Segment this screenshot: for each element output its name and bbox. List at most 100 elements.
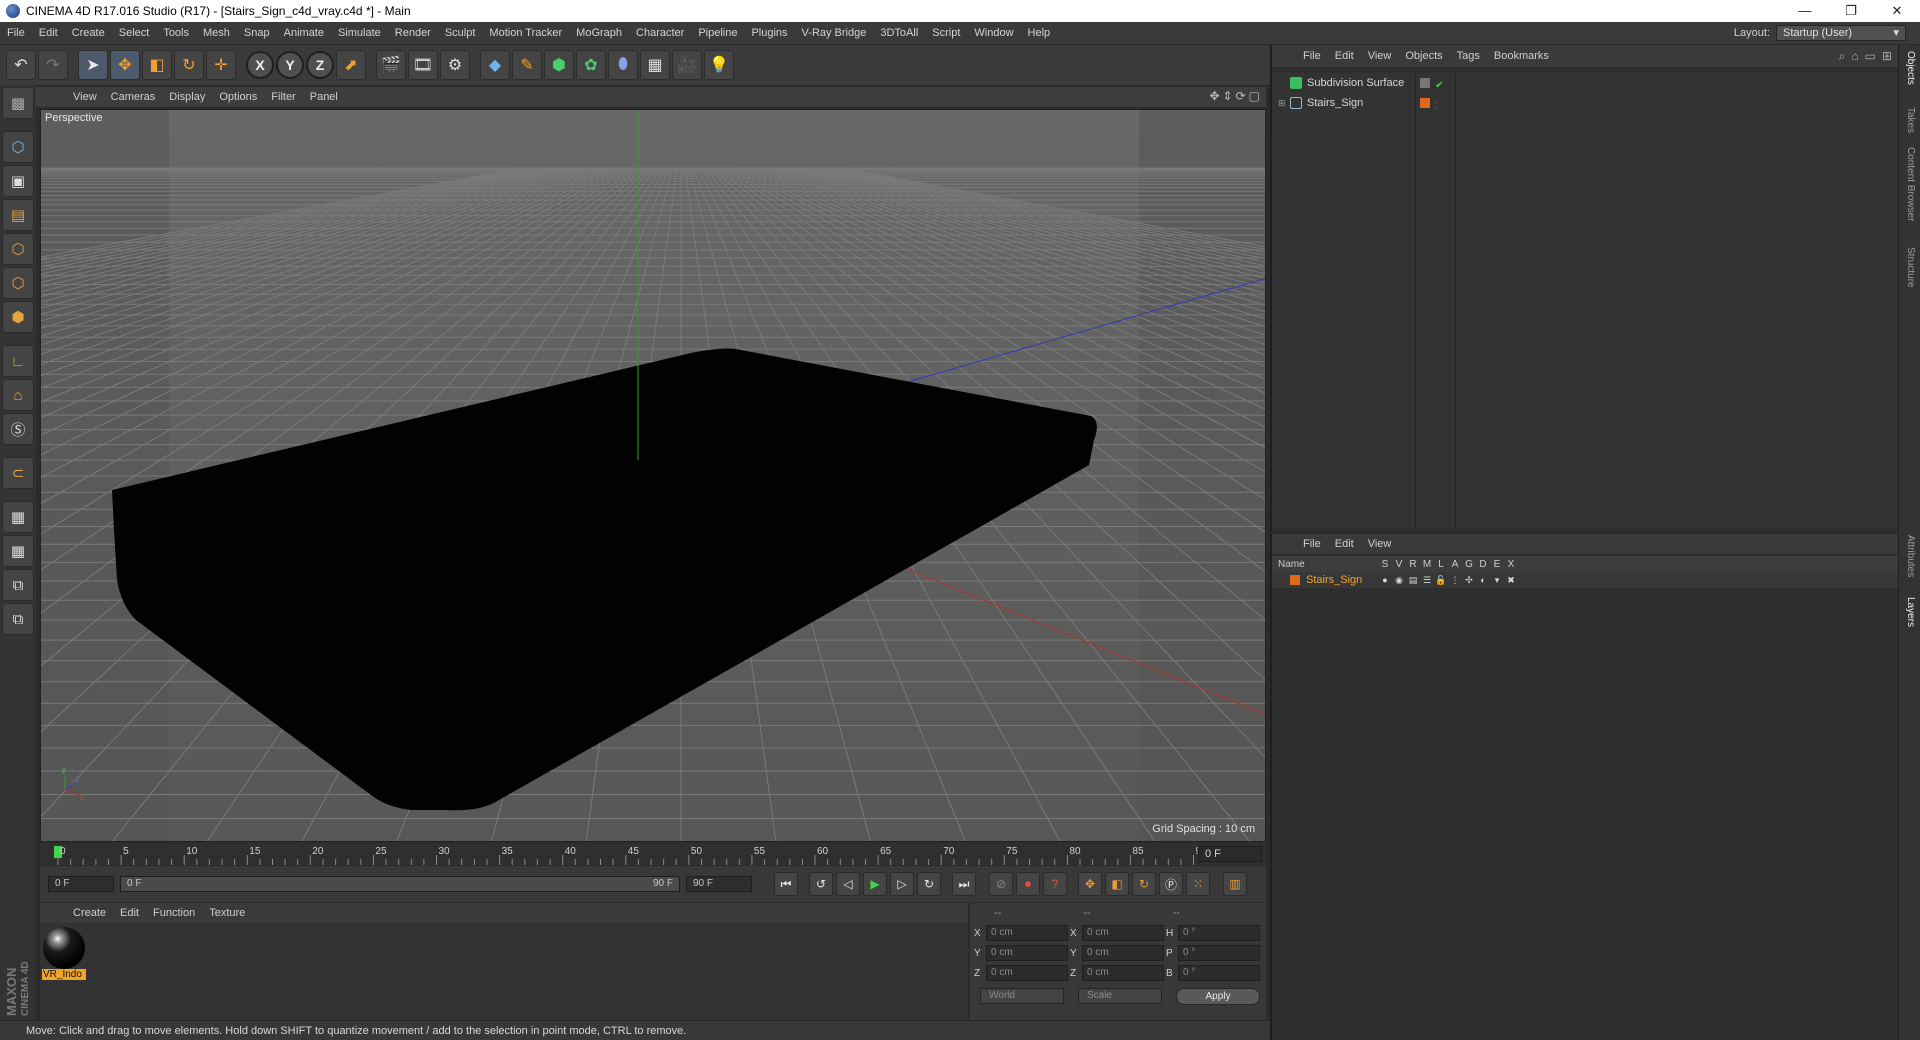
lock-icon[interactable]: 🔓 — [1434, 575, 1448, 586]
coordinate-space-dropdown[interactable]: World — [980, 988, 1064, 1004]
objects-menu-bookmarks[interactable]: Bookmarks — [1487, 50, 1556, 62]
viewport-menu-cameras[interactable]: Cameras — [104, 91, 163, 103]
menu-snap[interactable]: Snap — [237, 22, 277, 45]
menu-help[interactable]: Help — [1021, 22, 1058, 45]
timeline-ruler[interactable]: 051015202530354045505560657075808590 0 F — [40, 843, 1266, 865]
snap-button[interactable]: Ⓢ — [2, 413, 34, 445]
position-x-field[interactable]: 0 cm — [986, 925, 1068, 941]
viewport-menu-options[interactable]: Options — [212, 91, 264, 103]
menu-render[interactable]: Render — [388, 22, 438, 45]
layer-color-swatch[interactable] — [1290, 575, 1300, 585]
viewport-menu-filter[interactable]: Filter — [264, 91, 302, 103]
material-menu-create[interactable]: Create — [66, 907, 113, 919]
menu-motion-tracker[interactable]: Motion Tracker — [482, 22, 569, 45]
add-cube-button[interactable]: ◆ — [480, 50, 510, 80]
viewport-menu-view[interactable]: View — [66, 91, 104, 103]
next-frame-button[interactable]: ▷ — [890, 872, 914, 896]
x-axis-lock-button[interactable]: X — [246, 51, 274, 79]
perspective-viewport[interactable]: y x z Perspective Grid Spacing : 10 cm — [40, 109, 1266, 842]
maximize-button[interactable]: ❐ — [1828, 0, 1874, 22]
lock-workplane-button[interactable]: ▦ — [2, 501, 34, 533]
layout-dropdown[interactable]: Startup (User) ▾ — [1776, 25, 1906, 41]
add-light-button[interactable]: 💡 — [704, 50, 734, 80]
render-picture-viewer-button[interactable]: 🎞 — [408, 50, 438, 80]
object-row-stairs-sign[interactable]: ⊞ Stairs_Sign — [1272, 93, 1415, 113]
points-mode-button[interactable]: ⬡ — [2, 233, 34, 265]
menu-select[interactable]: Select — [112, 22, 157, 45]
python-script-button-2[interactable]: ⧉ — [2, 603, 34, 635]
tab-content-browser[interactable]: Content Browser — [1905, 147, 1916, 221]
home-icon[interactable]: ⌂ — [1851, 49, 1858, 64]
layer-color-icon[interactable] — [1420, 98, 1430, 108]
menu-tools[interactable]: Tools — [156, 22, 196, 45]
pan-icon[interactable]: ✥ — [1209, 89, 1219, 103]
expand-icon[interactable]: ⊞ — [1882, 49, 1892, 64]
render-clapper-icon[interactable]: ▤ — [1406, 575, 1420, 586]
viewport-menu-panel[interactable]: Panel — [303, 91, 345, 103]
timeline-window-button[interactable]: ▥ — [1223, 872, 1247, 896]
menu-mograph[interactable]: MoGraph — [569, 22, 629, 45]
autokey-button[interactable]: ? — [1043, 872, 1067, 896]
motion-record-button[interactable]: ⊘ — [989, 872, 1013, 896]
material-menu-edit[interactable]: Edit — [113, 907, 146, 919]
rotation-b-field[interactable]: 0 ° — [1178, 965, 1260, 981]
menu-3dtoall[interactable]: 3DToAll — [873, 22, 925, 45]
render-view-button[interactable]: 🎬 — [376, 50, 406, 80]
magnet-tool-button[interactable]: ⊂ — [2, 457, 34, 489]
scale-tool-button[interactable]: ◧ — [142, 50, 172, 80]
y-axis-lock-button[interactable]: Y — [276, 51, 304, 79]
go-to-start-button[interactable]: ⏮ — [774, 872, 798, 896]
python-script-button-1[interactable]: ⧉ — [2, 569, 34, 601]
size-x-field[interactable]: 0 cm — [1082, 925, 1164, 941]
minimize-button[interactable]: — — [1782, 0, 1828, 22]
add-floor-button[interactable]: ▦ — [640, 50, 670, 80]
size-mode-dropdown[interactable]: Scale — [1078, 988, 1162, 1004]
menu-file[interactable]: File — [0, 22, 32, 45]
new-window-icon[interactable]: ▭ — [1865, 49, 1876, 64]
expression-icon[interactable]: ▾ — [1490, 575, 1504, 586]
workplane-mode-button[interactable]: ▤ — [2, 199, 34, 231]
layers-menu-view[interactable]: View — [1361, 538, 1399, 550]
model-mode-button[interactable]: ⬡ — [2, 131, 34, 163]
redo-button[interactable]: ↷ — [38, 50, 68, 80]
tab-takes[interactable]: Takes — [1905, 107, 1916, 133]
menu-pipeline[interactable]: Pipeline — [691, 22, 744, 45]
preview-range-slider[interactable]: 0 F 90 F — [120, 876, 680, 892]
maximize-view-icon[interactable]: ▢ — [1249, 89, 1260, 103]
z-axis-lock-button[interactable]: Z — [306, 51, 334, 79]
texture-mode-button[interactable]: ▣ — [2, 165, 34, 197]
edges-mode-button[interactable]: ⬡ — [2, 267, 34, 299]
add-mograph-button[interactable]: ✿ — [576, 50, 606, 80]
material-menu-texture[interactable]: Texture — [202, 907, 252, 919]
objects-menu-tags[interactable]: Tags — [1450, 50, 1487, 62]
manager-icon[interactable]: ☰ — [1420, 575, 1434, 586]
min-frame-field[interactable]: 0 F — [48, 876, 114, 892]
tweak-mode-button[interactable]: ⌂ — [2, 379, 34, 411]
objects-menu-view[interactable]: View — [1361, 50, 1399, 62]
menu-create[interactable]: Create — [65, 22, 112, 45]
menu-script[interactable]: Script — [925, 22, 967, 45]
position-z-field[interactable]: 0 cm — [986, 965, 1068, 981]
go-to-end-button[interactable]: ⏭ — [952, 872, 976, 896]
size-z-field[interactable]: 0 cm — [1082, 965, 1164, 981]
tab-attributes[interactable]: Attributes — [1905, 535, 1916, 577]
menu-plugins[interactable]: Plugins — [744, 22, 794, 45]
record-active-button[interactable]: ⏺ — [1016, 872, 1040, 896]
menu-window[interactable]: Window — [967, 22, 1020, 45]
deformer-flag-icon[interactable]: ◐ — [1476, 575, 1490, 585]
objects-menu-file[interactable]: File — [1296, 50, 1328, 62]
menu-sculpt[interactable]: Sculpt — [438, 22, 483, 45]
menu-animate[interactable]: Animate — [277, 22, 331, 45]
previous-key-button[interactable]: ↺ — [809, 872, 833, 896]
tab-objects[interactable]: Objects — [1905, 51, 1916, 85]
menu-character[interactable]: Character — [629, 22, 691, 45]
orbit-icon[interactable]: ⟳ — [1236, 89, 1246, 103]
layers-menu-file[interactable]: File — [1296, 538, 1328, 550]
key-parameter-button[interactable]: Ⓟ — [1159, 872, 1183, 896]
make-editable-button[interactable]: ▩ — [2, 87, 34, 119]
solo-flag-icon[interactable]: ● — [1378, 575, 1392, 585]
generator-icon[interactable]: ✣ — [1462, 575, 1476, 586]
coordinate-system-button[interactable]: ⬈ — [336, 50, 366, 80]
tab-structure[interactable]: Structure — [1905, 247, 1916, 288]
undo-button[interactable]: ↶ — [6, 50, 36, 80]
